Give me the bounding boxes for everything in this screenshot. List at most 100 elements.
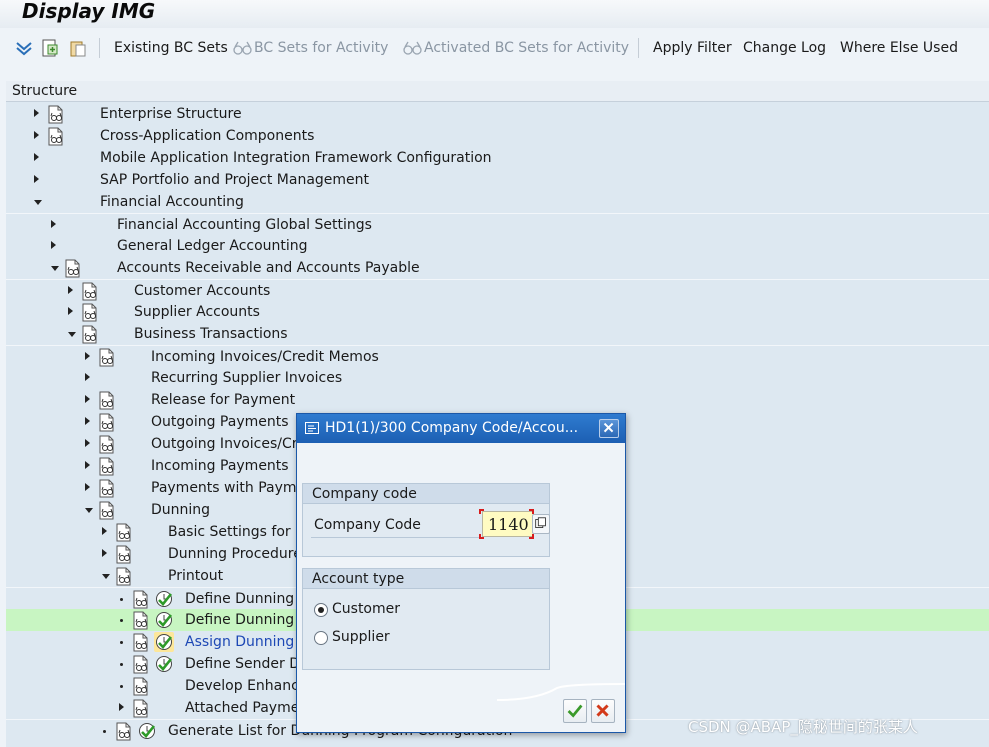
collapsed-arrow-icon[interactable]: [85, 483, 90, 491]
tree-node-label[interactable]: Business Transactions: [134, 326, 288, 342]
collapsed-arrow-icon[interactable]: [85, 461, 90, 469]
documentation-icon[interactable]: [81, 282, 99, 301]
collapsed-arrow-icon[interactable]: [102, 549, 107, 557]
tree-node[interactable]: Recurring Supplier Invoices: [6, 367, 989, 389]
tree-node-label[interactable]: Incoming Invoices/Credit Memos: [151, 349, 379, 365]
documentation-icon[interactable]: [98, 501, 116, 520]
documentation-icon[interactable]: [115, 722, 133, 741]
collapsed-arrow-icon[interactable]: [85, 373, 90, 381]
supplier-radio-label[interactable]: Supplier: [332, 629, 390, 645]
tree-node-label[interactable]: Payments with Payme: [151, 480, 305, 496]
tree-node-label[interactable]: Attached Paymer: [185, 700, 305, 716]
documentation-icon[interactable]: [115, 567, 133, 586]
value-help-button[interactable]: [532, 514, 550, 534]
documentation-icon[interactable]: [98, 391, 116, 410]
documentation-icon[interactable]: [98, 435, 116, 454]
activated-bc-sets-button[interactable]: Activated BC Sets for Activity: [424, 40, 629, 56]
tree-node[interactable]: Mobile Application Integration Framework…: [6, 147, 989, 169]
tree-node-label[interactable]: Incoming Payments: [151, 458, 289, 474]
collapse-doc-icon[interactable]: [40, 38, 60, 58]
tree-node-label[interactable]: Basic Settings for D: [168, 524, 306, 540]
tree-node-label[interactable]: Mobile Application Integration Framework…: [100, 150, 492, 166]
documentation-icon[interactable]: [132, 677, 150, 696]
collapsed-arrow-icon[interactable]: [51, 241, 56, 249]
documentation-icon[interactable]: [98, 413, 116, 432]
documentation-icon[interactable]: [81, 303, 99, 322]
collapsed-arrow-icon[interactable]: [34, 153, 39, 161]
execute-activity-icon[interactable]: [137, 721, 157, 741]
collapsed-arrow-icon[interactable]: [119, 703, 124, 711]
documentation-icon[interactable]: [47, 127, 65, 146]
tree-node[interactable]: Incoming Invoices/Credit Memos: [6, 345, 989, 367]
customer-radio-label[interactable]: Customer: [332, 601, 400, 617]
tree-node-label[interactable]: SAP Portfolio and Project Management: [100, 172, 369, 188]
collapsed-arrow-icon[interactable]: [34, 175, 39, 183]
expanded-arrow-icon[interactable]: [51, 266, 59, 271]
expanded-arrow-icon[interactable]: [68, 332, 76, 337]
documentation-icon[interactable]: [98, 348, 116, 367]
documentation-icon[interactable]: [47, 105, 65, 124]
collapsed-arrow-icon[interactable]: [85, 352, 90, 360]
collapsed-arrow-icon[interactable]: [34, 131, 39, 139]
tree-node-label[interactable]: Dunning: [151, 502, 210, 518]
documentation-icon[interactable]: [115, 523, 133, 542]
tree-node-label[interactable]: Customer Accounts: [134, 283, 270, 299]
tree-node-label[interactable]: Supplier Accounts: [134, 304, 260, 320]
where-else-used-button[interactable]: Where Else Used: [840, 40, 958, 56]
documentation-icon[interactable]: [132, 633, 150, 652]
tree-node-label[interactable]: Outgoing Invoices/Cre: [151, 436, 306, 452]
collapsed-arrow-icon[interactable]: [85, 395, 90, 403]
tree-node[interactable]: Financial Accounting Global Settings: [6, 213, 989, 235]
collapsed-arrow-icon[interactable]: [85, 439, 90, 447]
documentation-icon[interactable]: [98, 457, 116, 476]
customer-radio[interactable]: [314, 603, 328, 617]
documentation-icon[interactable]: [115, 545, 133, 564]
existing-bc-sets-button[interactable]: Existing BC Sets: [114, 40, 228, 56]
expanded-arrow-icon[interactable]: [85, 508, 93, 513]
tree-node-label[interactable]: Release for Payment: [151, 392, 295, 408]
cancel-button[interactable]: [591, 699, 615, 723]
collapsed-arrow-icon[interactable]: [51, 220, 56, 228]
collapsed-arrow-icon[interactable]: [68, 286, 73, 294]
execute-activity-icon[interactable]: [154, 654, 174, 674]
execute-activity-icon[interactable]: [154, 632, 174, 652]
tree-node[interactable]: Accounts Receivable and Accounts Payable: [6, 257, 989, 279]
collapsed-arrow-icon[interactable]: [68, 307, 73, 315]
change-log-button[interactable]: Change Log: [743, 40, 826, 56]
expanded-arrow-icon[interactable]: [34, 200, 42, 205]
tree-node-label[interactable]: Define Sender De: [185, 656, 309, 672]
tree-node-label[interactable]: Printout: [168, 568, 223, 584]
tree-node-label[interactable]: Define Dunning F: [185, 591, 307, 607]
tree-node[interactable]: Release for Payment: [6, 389, 989, 411]
filter-expand-icon[interactable]: [14, 38, 34, 58]
tree-node-label[interactable]: Develop Enhance: [185, 678, 307, 694]
confirm-button[interactable]: [563, 699, 587, 723]
collapsed-arrow-icon[interactable]: [34, 109, 39, 117]
collapsed-arrow-icon[interactable]: [85, 417, 90, 425]
tree-node-label[interactable]: Assign Dunning F: [185, 634, 307, 650]
execute-activity-icon[interactable]: [154, 610, 174, 630]
documentation-icon[interactable]: [81, 325, 99, 344]
clipboard-icon[interactable]: [68, 38, 88, 58]
tree-node-label[interactable]: Outgoing Payments: [151, 414, 289, 430]
expanded-arrow-icon[interactable]: [102, 574, 110, 579]
documentation-icon[interactable]: [132, 590, 150, 609]
tree-node[interactable]: Supplier Accounts: [6, 301, 989, 323]
documentation-icon[interactable]: [132, 655, 150, 674]
tree-node-label[interactable]: Define Dunning F: [185, 612, 307, 628]
tree-node-label[interactable]: Financial Accounting: [100, 194, 244, 210]
tree-node-label[interactable]: Recurring Supplier Invoices: [151, 370, 342, 386]
tree-node-label[interactable]: Financial Accounting Global Settings: [117, 217, 372, 233]
tree-node[interactable]: Enterprise Structure: [6, 103, 989, 125]
bc-sets-activity-button[interactable]: BC Sets for Activity: [254, 40, 388, 56]
tree-node-label[interactable]: General Ledger Accounting: [117, 238, 308, 254]
documentation-icon[interactable]: [132, 611, 150, 630]
company-code-input[interactable]: 1140: [482, 511, 534, 537]
documentation-icon[interactable]: [132, 699, 150, 718]
tree-node[interactable]: Cross-Application Components: [6, 125, 989, 147]
tree-node-label[interactable]: Accounts Receivable and Accounts Payable: [117, 260, 420, 276]
tree-node[interactable]: Business Transactions: [6, 323, 989, 345]
tree-node[interactable]: Financial Accounting: [6, 191, 989, 213]
documentation-icon[interactable]: [64, 259, 82, 278]
tree-node[interactable]: SAP Portfolio and Project Management: [6, 169, 989, 191]
